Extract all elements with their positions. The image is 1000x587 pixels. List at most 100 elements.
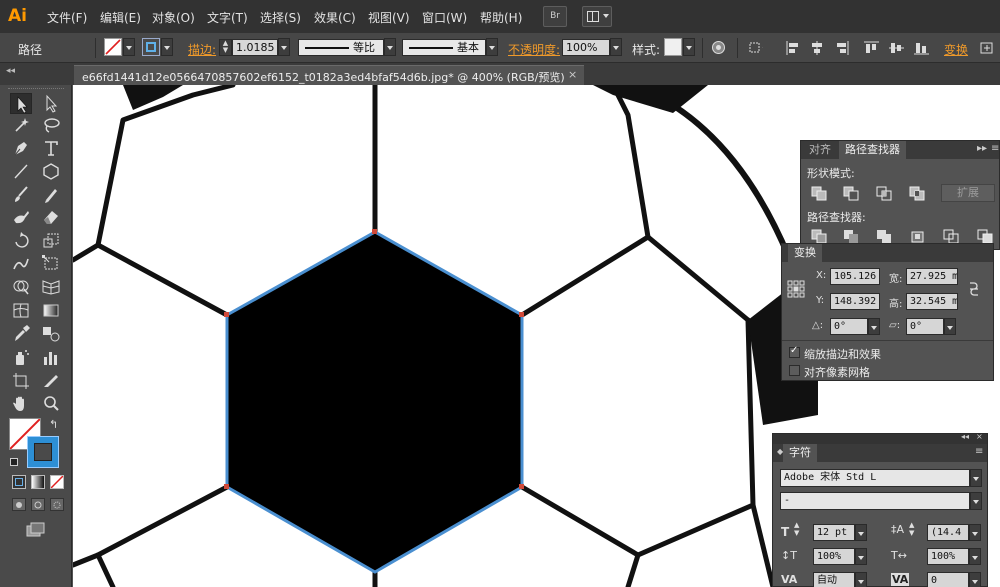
close-icon[interactable]: × [976,432,983,441]
pen-tool[interactable] [10,138,32,159]
blob-brush-tool[interactable] [10,206,32,227]
tab-transform[interactable]: 变换 [788,244,822,262]
mesh-tool[interactable] [10,300,32,321]
opacity-label[interactable]: 不透明度: [508,41,560,58]
rotate-dropdown[interactable] [868,318,880,335]
vertical-scale-field[interactable]: 100% [813,548,855,565]
align-to-icon[interactable] [748,41,763,55]
collapse-panel-icon[interactable]: ◂◂ [6,66,15,76]
font-size-field[interactable]: 12 pt [813,524,855,541]
center-hexagon[interactable] [225,230,524,574]
tracking-dropdown[interactable] [969,572,981,587]
horizontal-scale-dropdown[interactable] [969,548,981,565]
scale-tool[interactable] [40,230,62,251]
stroke-dropdown[interactable] [161,38,173,56]
kerning-dropdown[interactable] [855,572,867,587]
y-field[interactable]: 148.392 [830,293,880,310]
tab-align[interactable]: 对齐 [803,141,837,159]
close-icon[interactable]: × [568,68,577,81]
lasso-tool[interactable] [40,115,62,136]
slice-tool[interactable] [40,370,62,391]
stroke-weight-field[interactable]: 1.0185 [232,39,278,56]
align-pixel-grid-checkbox[interactable] [789,365,800,376]
stroke-weight-stepper[interactable]: ▲ ▼ [219,39,232,56]
minus-front-button[interactable] [841,184,863,202]
fill-swatch-control[interactable] [104,38,122,56]
font-style-field[interactable]: - [780,492,970,510]
perspective-grid-tool[interactable] [40,276,62,297]
horizontal-scale-field[interactable]: 100% [927,548,969,565]
free-transform-tool[interactable] [40,253,62,274]
draw-behind-button[interactable] [31,498,45,511]
reference-point-icon[interactable] [787,280,805,298]
direct-selection-tool[interactable] [40,93,62,114]
unite-button[interactable] [809,184,831,202]
menu-object[interactable]: 对象(O) [152,9,195,26]
artboard-tool[interactable] [10,370,32,391]
fill-dropdown[interactable] [123,38,135,56]
font-family-field[interactable]: Adobe 宋体 Std L [780,469,970,487]
stroke-label[interactable]: 描边: [188,41,216,58]
recolor-artwork-icon[interactable] [711,40,726,54]
variable-width-profile[interactable]: 等比 [298,39,384,56]
leading-field[interactable]: (14.4 [927,524,969,541]
shear-field[interactable]: 0° [906,318,944,335]
gradient-tool[interactable] [40,300,62,321]
brush-definition[interactable]: 基本 [402,39,486,56]
vertical-scale-dropdown[interactable] [855,548,867,565]
panel-titlebar[interactable]: ◂◂ × [773,432,987,444]
tab-pathfinder[interactable]: 路径查找器 [839,141,906,159]
menu-edit[interactable]: 编辑(E) [100,9,141,26]
screen-mode-button[interactable] [26,522,46,538]
symbol-sprayer-tool[interactable] [10,347,32,368]
warp-tool[interactable] [10,253,32,274]
rotate-tool[interactable] [10,230,32,251]
stroke-color-swatch[interactable] [27,436,59,468]
constrain-proportions-icon[interactable] [965,280,983,298]
hand-tool[interactable] [10,393,32,414]
tracking-field[interactable]: 0 [927,572,969,587]
align-middle-icon[interactable] [889,41,904,55]
collapse-panel-icon[interactable]: ▸▸ [977,143,987,154]
kerning-field[interactable]: 自动 [813,572,855,587]
collapse-panel-icon[interactable]: ◂◂ [961,432,969,441]
shape-builder-tool[interactable] [10,276,32,297]
menu-select[interactable]: 选择(S) [260,9,301,26]
brush-dropdown[interactable] [486,38,498,56]
gradient-mode-button[interactable] [31,475,45,489]
arrange-documents-button[interactable] [582,6,612,27]
magic-wand-tool[interactable] [10,115,32,136]
shear-dropdown[interactable] [944,318,956,335]
font-style-dropdown[interactable] [970,492,982,510]
rotate-field[interactable]: 0° [830,318,868,335]
width-field[interactable]: 27.925 m [906,268,958,285]
polygon-tool[interactable] [40,161,62,182]
align-right-icon[interactable] [835,41,850,55]
selection-tool[interactable] [10,93,32,114]
panel-menu-icon[interactable]: ≡ [991,143,999,154]
draw-normal-button[interactable] [12,498,26,511]
align-bottom-icon[interactable] [914,41,929,55]
default-colors-icon[interactable] [10,458,18,466]
menu-window[interactable]: 窗口(W) [422,9,467,26]
tab-character[interactable]: 字符 [783,444,817,462]
stepper-icon[interactable]: ▲ ▼ [794,521,799,537]
bridge-button[interactable]: Br [543,6,567,27]
graph-tool[interactable] [40,347,62,368]
swap-colors-icon[interactable]: ↰ [49,418,58,431]
align-center-icon[interactable] [810,41,825,55]
zoom-tool[interactable] [40,393,62,414]
panel-menu-icon[interactable]: ≡ [975,446,983,457]
blend-tool[interactable] [40,323,62,344]
draw-inside-button[interactable] [50,498,64,511]
expand-button[interactable]: 扩展 [941,184,995,202]
eyedropper-tool[interactable] [10,323,32,344]
menu-help[interactable]: 帮助(H) [480,9,522,26]
opacity-dropdown[interactable] [610,38,622,56]
x-field[interactable]: 105.126 [830,268,880,285]
graphic-style-swatch[interactable] [664,38,682,56]
pencil-tool[interactable] [40,184,62,205]
document-tab[interactable]: e66fd1441d12e0566470857602ef6152_t0182a3… [74,65,584,85]
font-size-dropdown[interactable] [855,524,867,541]
leading-dropdown[interactable] [969,524,981,541]
